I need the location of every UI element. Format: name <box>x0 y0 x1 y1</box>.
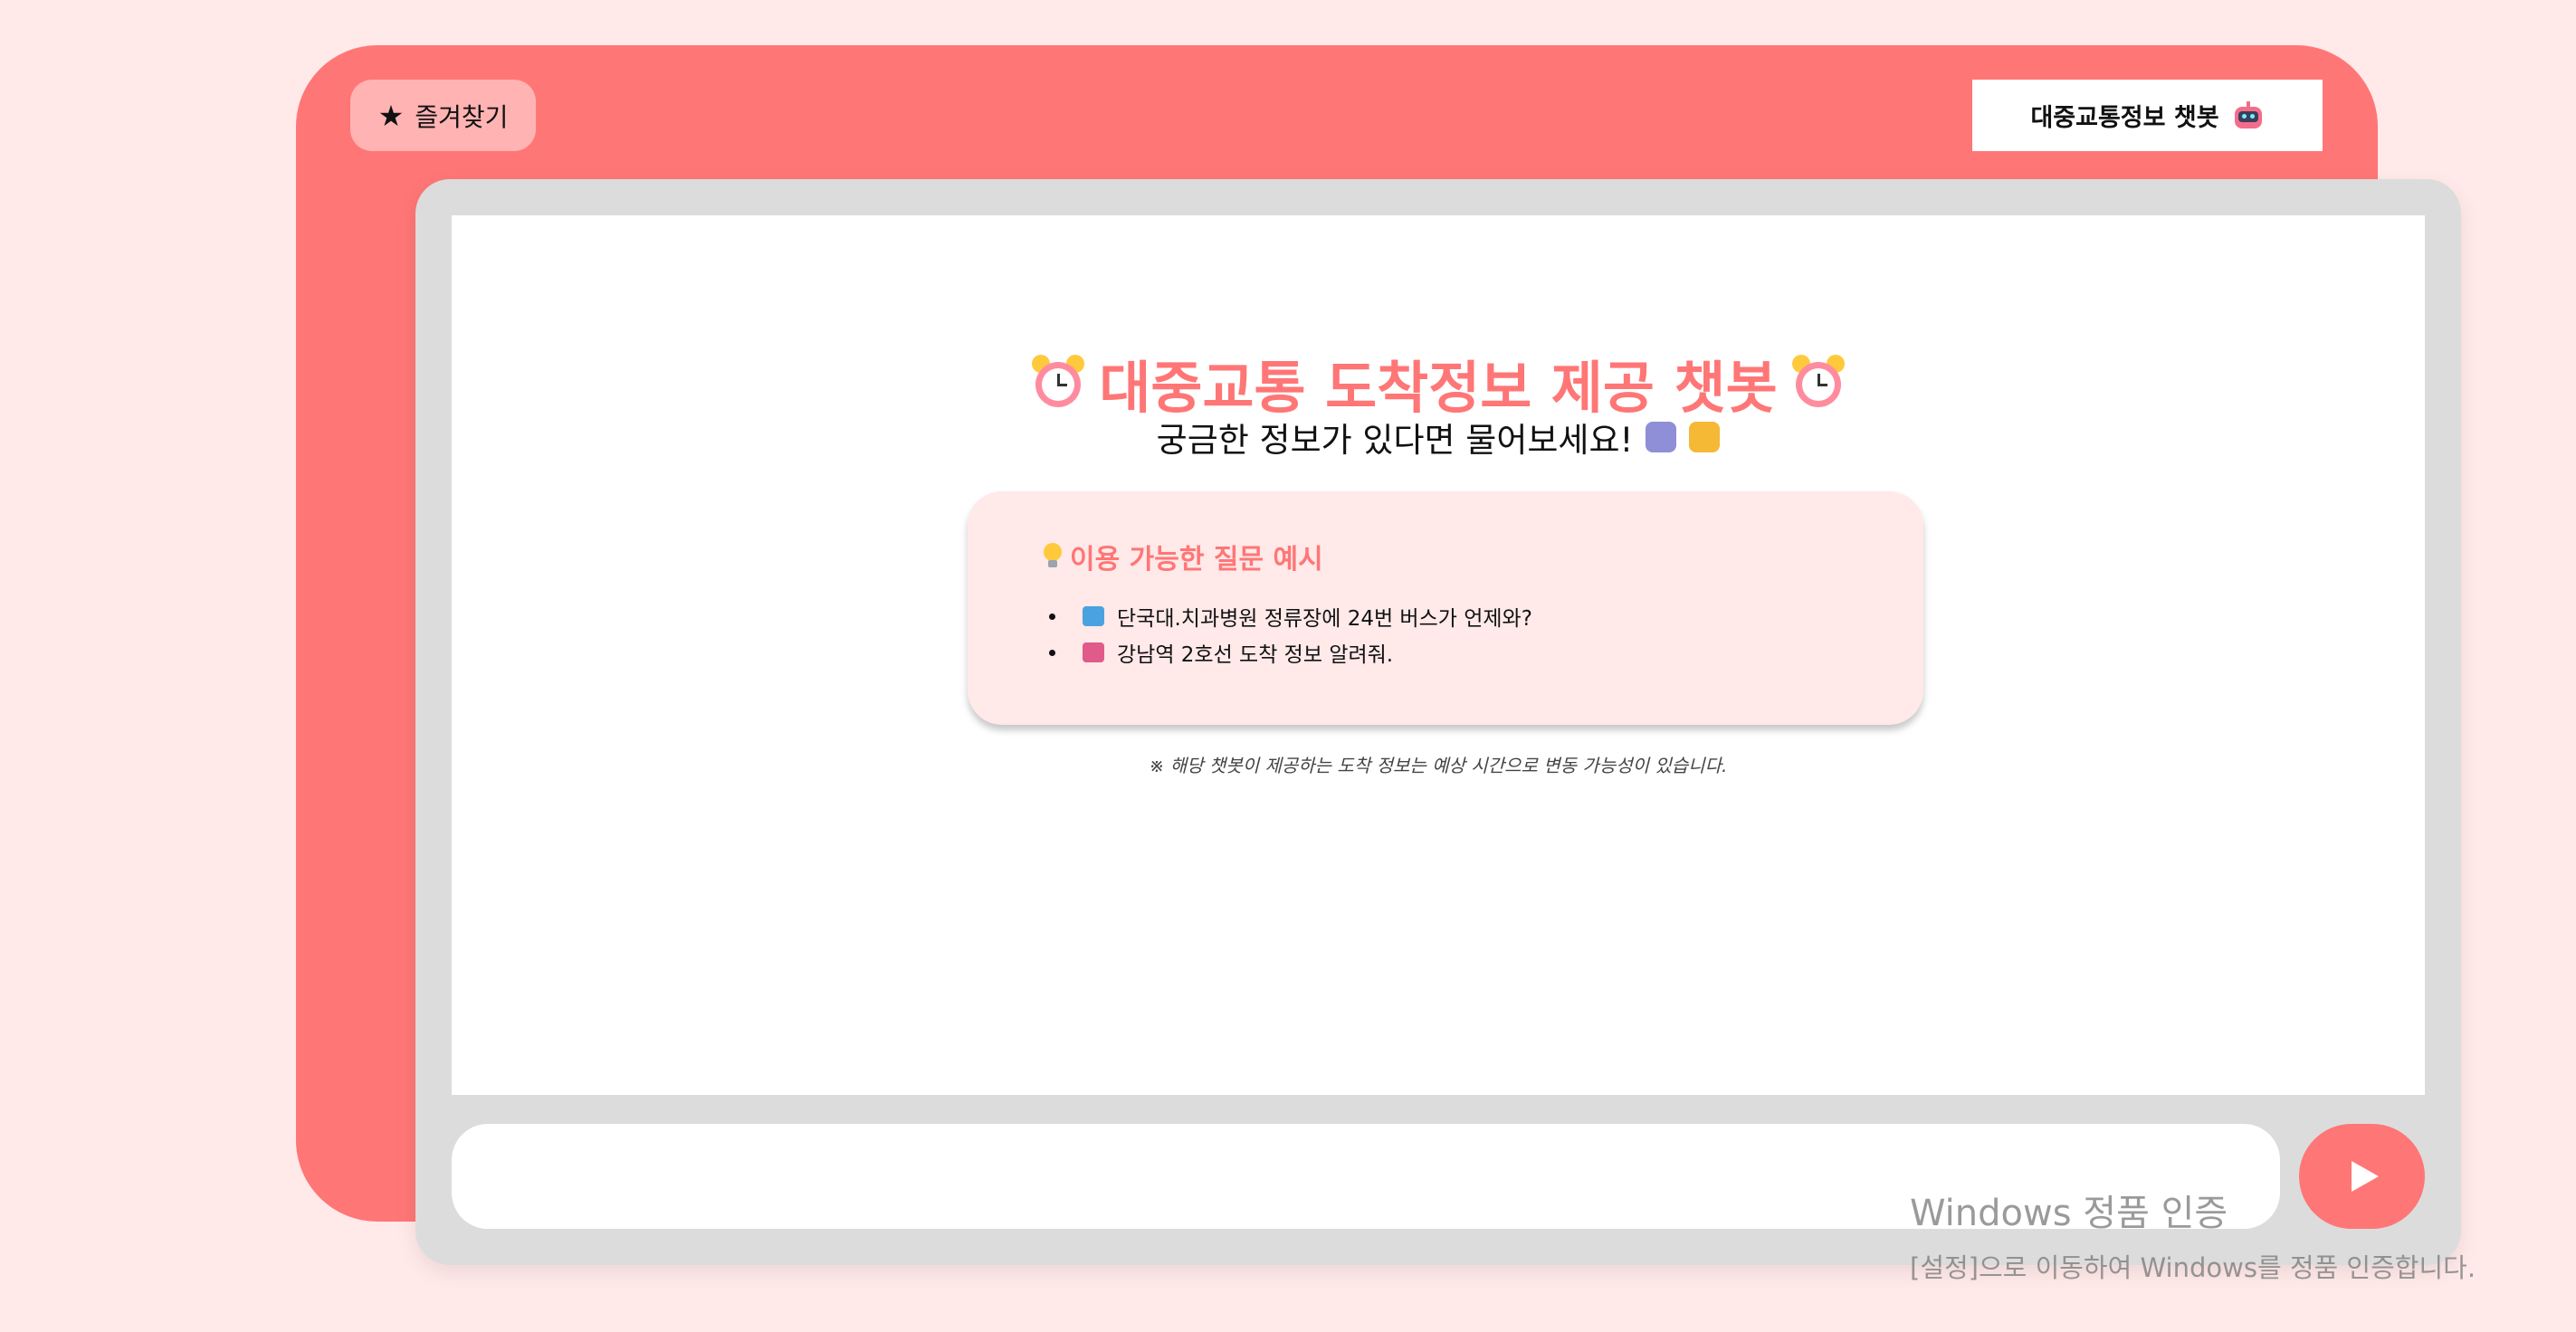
metro-icon <box>1646 422 1677 452</box>
examples-title: 이용 가능한 질문 예시 <box>1043 537 1323 576</box>
robot-icon <box>2232 100 2265 130</box>
bullet <box>1049 613 1055 620</box>
tram-icon <box>1083 642 1104 662</box>
bus-icon <box>1689 422 1721 452</box>
example-question-text: 단국대.치과병원 정류장에 24번 버스가 언제와? <box>1117 607 1532 631</box>
example-question: 단국대.치과병원 정류장에 24번 버스가 언제와? <box>1043 598 1532 634</box>
example-question: 강남역 2호선 도착 정보 알려줘. <box>1043 634 1532 671</box>
alarm-clock-icon <box>1032 355 1085 411</box>
disclaimer-text: ※ 해당 챗봇이 제공하는 도착 정보는 예상 시간으로 변동 가능성이 있습니… <box>1149 755 1728 776</box>
examples-list: 단국대.치과병원 정류장에 24번 버스가 언제와? 강남역 2호선 도착 정보… <box>1043 598 1532 671</box>
watermark-title: Windows 정품 인증 <box>1910 1193 2228 1234</box>
favorites-label: 즐겨찾기 <box>415 101 509 132</box>
chat-messages-area: 대중교통 도착정보 제공 챗봇 궁금한 정보가 있다면 물어보세요! 이용 가능… <box>452 215 2425 1095</box>
chat-subheading: 궁금한 정보가 있다면 물어보세요! <box>452 413 2425 461</box>
examples-title-text: 이용 가능한 질문 예시 <box>1070 544 1323 576</box>
app-title-tab: 대중교통정보 챗봇 <box>1972 80 2323 151</box>
app-title: 대중교통정보 챗봇 <box>2030 104 2219 132</box>
bullet <box>1049 649 1055 656</box>
watermark-subtitle: [설정]으로 이동하여 Windows를 정품 인증합니다. <box>1910 1252 2476 1283</box>
example-questions-card: 이용 가능한 질문 예시 단국대.치과병원 정류장에 24번 버스가 언제와? … <box>968 491 1923 725</box>
star-icon: ★ <box>377 98 405 133</box>
favorites-button[interactable]: ★ 즐겨찾기 <box>350 80 536 151</box>
windows-activation-watermark: Windows 정품 인증 [설정]으로 이동하여 Windows를 정품 인증… <box>1910 1184 2476 1285</box>
chat-heading: 대중교통 도착정보 제공 챗봇 <box>452 342 2425 423</box>
chat-heading-text: 대중교통 도착정보 제공 챗봇 <box>1099 355 1778 421</box>
example-question-text: 강남역 2호선 도착 정보 알려줘. <box>1117 643 1394 667</box>
alarm-clock-icon <box>1791 355 1845 411</box>
chat-subheading-text: 궁금한 정보가 있다면 물어보세요! <box>1156 421 1634 460</box>
light-bulb-icon <box>1043 543 1063 570</box>
bus-icon <box>1083 606 1104 626</box>
